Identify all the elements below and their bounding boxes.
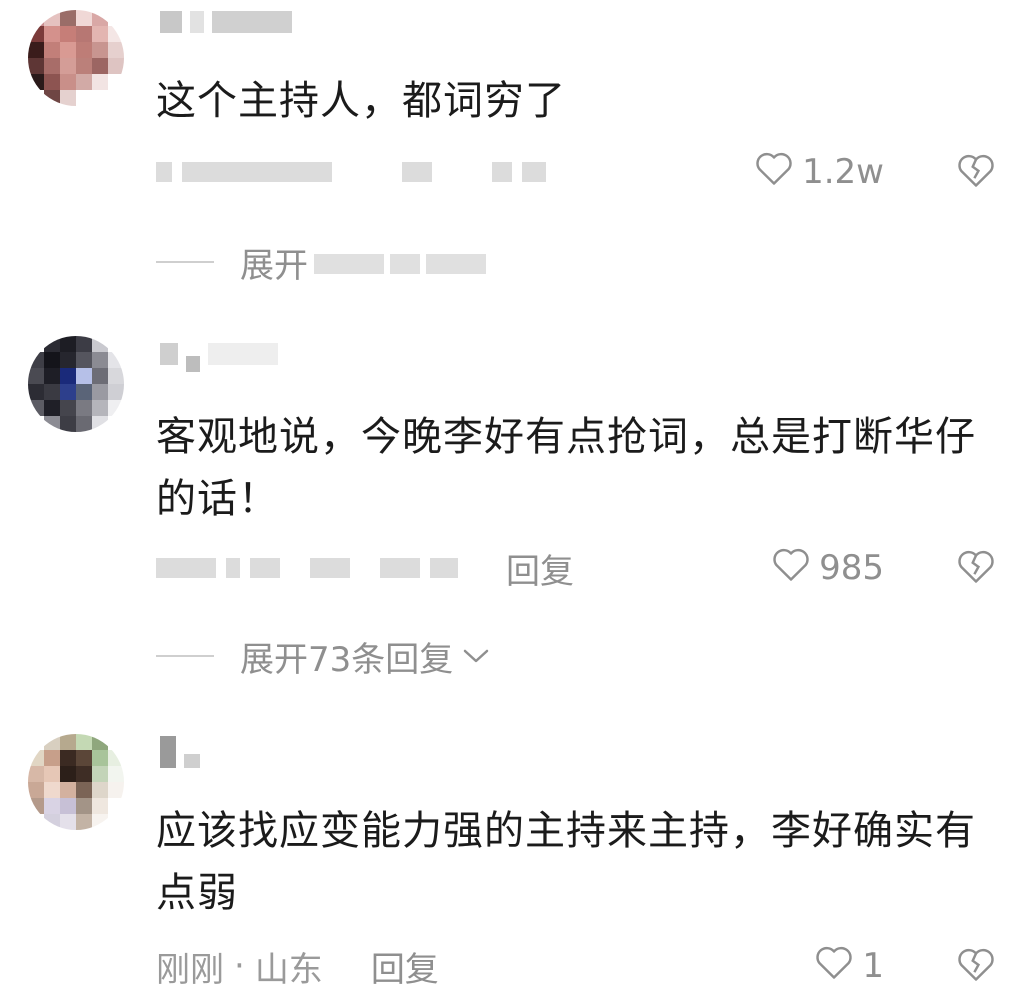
divider (156, 655, 214, 657)
dislike-button[interactable] (956, 942, 996, 990)
divider (156, 261, 214, 263)
like-count: 1.2w (802, 152, 884, 192)
like-count: 1 (862, 946, 884, 986)
username-blurred[interactable] (160, 4, 292, 40)
meta-blurred (156, 162, 546, 182)
avatar[interactable] (28, 336, 124, 432)
reply-button[interactable]: 回复 (506, 544, 574, 593)
username-blurred[interactable] (160, 734, 200, 770)
heart-outline-icon (771, 546, 811, 591)
meta-separator: · (234, 946, 245, 986)
chevron-down-icon (461, 646, 491, 666)
comment-meta: 回复 (156, 544, 574, 592)
comment-text: 这个主持人，都词穷了 (156, 78, 566, 124)
expand-replies[interactable]: 展开 (156, 238, 486, 286)
comment-meta (156, 148, 546, 196)
comment-meta: 刚刚 · 山东 回复 (156, 942, 439, 990)
username-blurred[interactable] (160, 336, 278, 372)
dislike-button[interactable] (956, 544, 996, 592)
meta-blurred (156, 558, 458, 578)
comment-time: 刚刚 (156, 949, 224, 990)
like-count: 985 (819, 548, 884, 588)
heart-outline-icon (814, 944, 854, 989)
reply-button[interactable]: 回复 (371, 942, 439, 991)
comment-text: 应该找应变能力强的主持来主持，李好确实有点弱 (156, 808, 976, 916)
like-button[interactable]: 1 (814, 942, 884, 990)
heart-outline-icon (754, 150, 794, 195)
expand-blurred (308, 242, 486, 282)
broken-heart-icon (956, 548, 996, 588)
expand-label: 展开 (240, 245, 308, 286)
like-button[interactable]: 985 (771, 544, 884, 592)
dislike-button[interactable] (956, 148, 996, 196)
like-button[interactable]: 1.2w (754, 148, 884, 196)
comment-location: 山东 (254, 949, 323, 990)
broken-heart-icon (956, 946, 996, 986)
expand-replies[interactable]: 展开73条回复 (156, 632, 491, 680)
expand-label: 展开73条回复 (240, 639, 454, 680)
broken-heart-icon (956, 152, 996, 192)
comment-text: 客观地说，今晚李好有点抢词，总是打断华仔的话！ (156, 414, 976, 522)
avatar[interactable] (28, 10, 124, 106)
avatar[interactable] (28, 734, 124, 830)
